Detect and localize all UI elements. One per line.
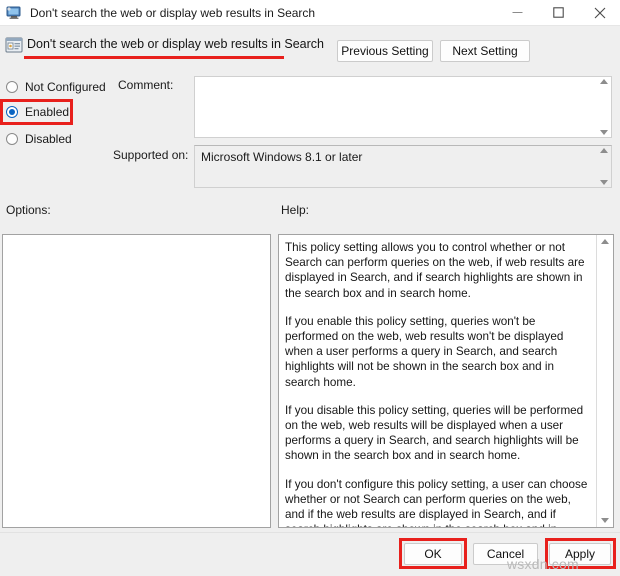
radio-disabled[interactable]: Disabled [6,132,72,146]
previous-setting-button[interactable]: Previous Setting [337,40,433,62]
group-policy-icon [5,36,23,54]
comment-scrollbar[interactable] [596,77,611,137]
radio-circle-icon [6,81,18,93]
policy-title: Don't search the web or display web resu… [27,37,324,51]
scroll-up-arrow-icon[interactable] [599,79,608,84]
help-paragraph: If you disable this policy setting, quer… [285,403,584,463]
policy-title-highlight [24,56,284,59]
radio-not-configured[interactable]: Not Configured [6,80,106,94]
supported-on-scrollbar[interactable] [596,146,611,187]
supported-on-field: Microsoft Windows 8.1 or later [194,145,612,188]
minimize-icon[interactable] [497,0,538,25]
supported-on-value: Microsoft Windows 8.1 or later [201,150,363,164]
window-titlebar: Don't search the web or display web resu… [0,0,620,25]
options-panel[interactable] [2,234,271,528]
radio-circle-icon [6,133,18,145]
supported-on-label: Supported on: [113,148,189,162]
help-paragraph: If you don't configure this policy setti… [285,477,588,527]
help-label: Help: [281,203,310,217]
comment-label: Comment: [118,78,174,92]
comment-field[interactable] [194,76,612,138]
options-label: Options: [6,203,51,217]
comment-value[interactable] [195,77,596,137]
radio-label-disabled: Disabled [25,132,72,146]
ok-highlight-box [399,538,467,569]
help-panel: This policy setting allows you to contro… [278,234,614,528]
help-paragraph: This policy setting allows you to contro… [285,241,585,300]
help-paragraph: If you enable this policy setting, queri… [285,314,564,389]
help-text: This policy setting allows you to contro… [279,235,596,527]
scroll-up-arrow-icon[interactable] [601,239,609,244]
help-scrollbar[interactable] [596,235,613,527]
scroll-down-arrow-icon[interactable] [599,180,608,185]
footer-divider [0,532,620,533]
next-setting-button[interactable]: Next Setting [440,40,530,62]
window-controls [497,0,620,25]
policy-window-icon [6,5,22,21]
radio-label-not-configured: Not Configured [25,80,106,94]
scroll-up-arrow-icon[interactable] [599,148,608,153]
close-icon[interactable] [579,0,620,25]
watermark: wsxdn.com [507,556,579,572]
scroll-down-arrow-icon[interactable] [601,518,609,523]
enabled-highlight-box [0,99,73,125]
window-title: Don't search the web or display web resu… [30,5,316,20]
scroll-down-arrow-icon[interactable] [599,130,608,135]
maximize-icon[interactable] [538,0,579,25]
